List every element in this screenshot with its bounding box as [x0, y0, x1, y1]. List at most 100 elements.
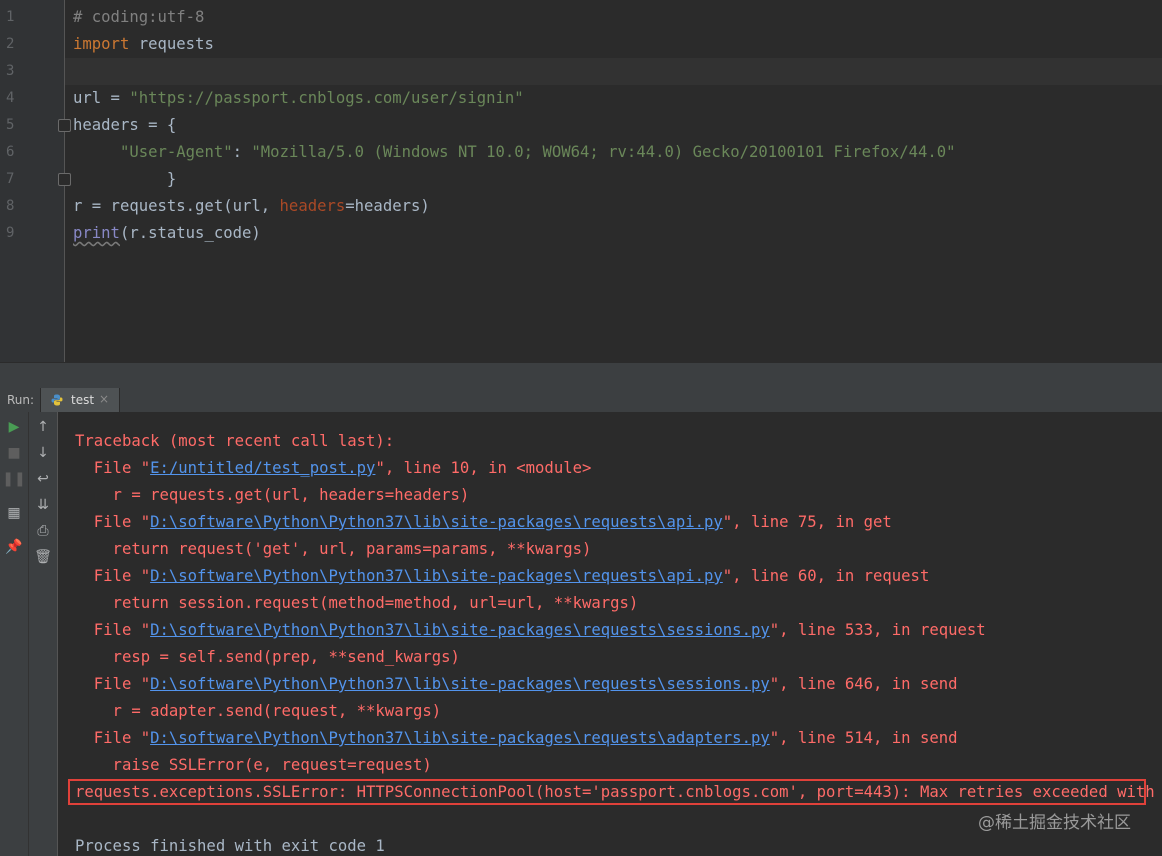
console-text: ", line 75, in get: [722, 513, 892, 531]
console-text: File ": [75, 459, 151, 477]
tab-test-label: test: [71, 393, 95, 407]
code-token: url =: [73, 89, 130, 107]
line-number: 4: [6, 90, 15, 106]
code-token: headers = {: [73, 116, 177, 134]
code-token: import: [73, 35, 130, 53]
console-text: File ": [75, 621, 151, 639]
file-link[interactable]: D:\software\Python\Python37\lib\site-pac…: [150, 567, 723, 585]
file-link[interactable]: D:\software\Python\Python37\lib\site-pac…: [150, 513, 723, 531]
code-line[interactable]: "User-Agent": "Mozilla/5.0 (Windows NT 1…: [73, 139, 956, 166]
console-text: Traceback (most recent call last):: [75, 432, 395, 450]
console-line: r = requests.get(url, headers=headers): [75, 482, 470, 509]
code-line[interactable]: headers = {: [73, 112, 176, 139]
console-line: return request('get', url, params=params…: [75, 536, 592, 563]
code-token: requests: [129, 35, 214, 53]
line-number: 7: [6, 171, 15, 187]
rerun-icon[interactable]: ▶: [4, 417, 24, 437]
code-token: "Mozilla/5.0 (Windows NT 10.0; WOW64; rv…: [251, 143, 956, 161]
console-text: ", line 60, in request: [722, 567, 930, 585]
console-line: Process finished with exit code 1: [75, 833, 385, 856]
tab-test[interactable]: test ×: [40, 388, 120, 412]
code-line[interactable]: }: [73, 166, 176, 193]
code-token: :: [232, 143, 252, 161]
console-text: ", line 533, in request: [769, 621, 986, 639]
scroll-to-end-icon[interactable]: ⇊: [33, 495, 53, 515]
console-text: File ": [75, 567, 151, 585]
console-text: File ": [75, 513, 151, 531]
console-text: Process finished with exit code 1: [75, 837, 385, 855]
console-line: r = adapter.send(request, **kwargs): [75, 698, 442, 725]
code-token: print: [73, 224, 120, 242]
fold-marker-icon[interactable]: [58, 173, 71, 186]
console-line: resp = self.send(prep, **send_kwargs): [75, 644, 460, 671]
file-link[interactable]: E:/untitled/test_post.py: [150, 459, 375, 477]
code-token: headers: [279, 197, 346, 215]
run-toolbar-primary: ▶ ■ ❚❚ ▦ 📌: [0, 412, 29, 856]
file-link[interactable]: D:\software\Python\Python37\lib\site-pac…: [150, 675, 770, 693]
console-line: File "D:\software\Python\Python37\lib\si…: [75, 563, 930, 590]
code-editor[interactable]: 1 2 3 4 5 6 7 8 9 # coding:utf-8 import requests u…: [0, 0, 1162, 362]
line-number: 1: [6, 9, 15, 25]
file-link[interactable]: D:\software\Python\Python37\lib\site-pac…: [150, 729, 770, 747]
code-line[interactable]: print(r.status_code): [73, 220, 261, 247]
console-line: File "E:/untitled/test_post.py", line 10…: [75, 455, 592, 482]
file-link[interactable]: D:\software\Python\Python37\lib\site-pac…: [150, 621, 770, 639]
down-arrow-icon[interactable]: ↓: [33, 443, 53, 463]
line-number: 5: [6, 117, 15, 133]
console-text: ", line 646, in send: [769, 675, 958, 693]
console-line: File "D:\software\Python\Python37\lib\si…: [75, 509, 892, 536]
stop-icon[interactable]: ■: [4, 443, 24, 463]
close-icon[interactable]: ×: [99, 392, 109, 406]
line-number: 6: [6, 144, 15, 160]
code-token: =headers): [345, 197, 430, 215]
console-text: return request('get', url, params=params…: [75, 540, 592, 558]
console-output[interactable]: Traceback (most recent call last): File …: [58, 412, 1162, 856]
code-token: "User-Agent": [119, 143, 233, 161]
code-line[interactable]: url = "https://passport.cnblogs.com/user…: [73, 85, 524, 112]
console-line: return session.request(method=method, ur…: [75, 590, 639, 617]
fold-marker-icon[interactable]: [58, 119, 71, 132]
code-token: (r.status_code): [119, 224, 261, 242]
console-text: r = adapter.send(request, **kwargs): [75, 702, 442, 720]
console-text: resp = self.send(prep, **send_kwargs): [75, 648, 460, 666]
code-token: # coding:utf-8: [73, 8, 205, 26]
console-line: File "D:\software\Python\Python37\lib\si…: [75, 725, 958, 752]
run-toolbar-secondary: ↑ ↓ ↩ ⇊ ⎙ 🗑: [29, 412, 58, 856]
pause-icon[interactable]: ❚❚: [2, 469, 25, 489]
line-number: 9: [6, 225, 15, 241]
layout-icon[interactable]: ▦: [4, 503, 24, 523]
error-highlight-box: [68, 779, 1146, 805]
trash-icon[interactable]: 🗑: [33, 547, 53, 567]
code-token: r = requests.get(url,: [73, 197, 280, 215]
line-number: 2: [6, 36, 15, 52]
code-token: "https://passport.cnblogs.com/user/signi…: [129, 89, 524, 107]
code-token: }: [73, 170, 177, 188]
console-text: File ": [75, 729, 151, 747]
line-number: 3: [6, 63, 15, 79]
console-text: ", line 10, in <module>: [375, 459, 592, 477]
pin-icon[interactable]: 📌: [4, 537, 24, 557]
console-text: File ": [75, 675, 151, 693]
console-text: return session.request(method=method, ur…: [75, 594, 639, 612]
console-line: File "D:\software\Python\Python37\lib\si…: [75, 671, 958, 698]
console-text: r = requests.get(url, headers=headers): [75, 486, 470, 504]
console-text: ", line 514, in send: [769, 729, 958, 747]
code-line[interactable]: r = requests.get(url, headers=headers): [73, 193, 430, 220]
run-tool-window-header: Run: test ×: [0, 388, 1162, 413]
up-arrow-icon[interactable]: ↑: [33, 417, 53, 437]
code-line[interactable]: # coding:utf-8: [73, 4, 204, 31]
python-file-icon: [51, 394, 63, 406]
watermark-text: @稀土掘金技术社区: [978, 813, 1131, 833]
print-icon[interactable]: ⎙: [33, 521, 53, 541]
console-line: File "D:\software\Python\Python37\lib\si…: [75, 617, 986, 644]
code-line[interactable]: import requests: [73, 31, 214, 58]
current-line-highlight: [65, 58, 1162, 85]
run-label: Run:: [7, 393, 35, 407]
console-line: Traceback (most recent call last):: [75, 428, 394, 455]
console-text: raise SSLError(e, request=request): [75, 756, 432, 774]
panel-divider[interactable]: [0, 362, 1162, 389]
console-line: raise SSLError(e, request=request): [75, 752, 432, 779]
line-number: 8: [6, 198, 15, 214]
soft-wrap-icon[interactable]: ↩: [33, 469, 53, 489]
